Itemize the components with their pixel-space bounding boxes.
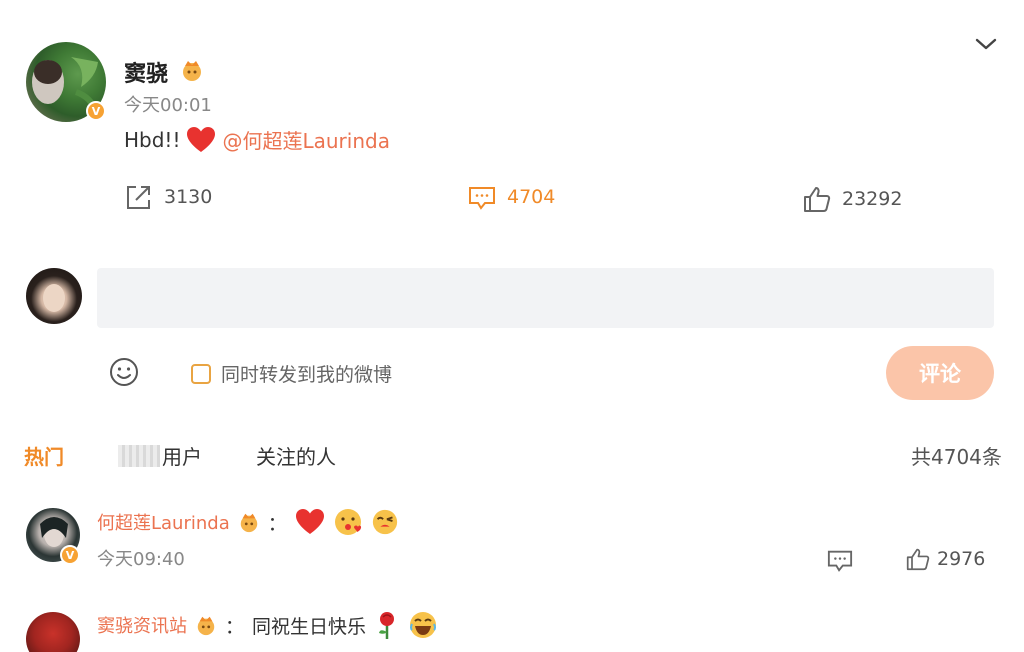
comment-line: 何超莲Laurinda ： (97, 507, 399, 537)
repost-button[interactable]: 3130 (124, 183, 212, 211)
rose-icon (379, 612, 395, 639)
tab-verified-blur (118, 444, 160, 467)
comment-verified-badge: V (60, 545, 80, 565)
like-icon (804, 187, 831, 212)
current-user-avatar (26, 268, 82, 324)
comment-like-button[interactable]: 2976 (905, 547, 985, 571)
crown-badge-icon (240, 513, 257, 533)
like-icon (906, 548, 930, 571)
comment-icon (469, 187, 495, 210)
comment-like-count: 2976 (937, 548, 986, 570)
tab-verified[interactable]: 用户 (118, 441, 202, 470)
comment-icon (827, 550, 853, 572)
comment-separator: ： (267, 512, 287, 535)
wink-kiss-emoji-icon (372, 509, 397, 535)
post-mention[interactable]: @何超莲Laurinda (222, 125, 389, 154)
comment-time: 今天09:40 (97, 549, 185, 570)
post-text: Hbd!! @何超莲Laurinda (124, 125, 390, 154)
repost-count: 3130 (164, 186, 213, 208)
submit-comment-button[interactable]: 评论 (886, 346, 994, 400)
tab-verified-label: 用户 (162, 445, 202, 469)
emoji-button[interactable] (108, 356, 140, 388)
like-button[interactable]: 23292 (802, 185, 902, 213)
comment-text: 同祝生日快乐 (252, 615, 367, 638)
comment-input[interactable] (97, 268, 994, 328)
forward-checkbox[interactable] (191, 363, 211, 384)
post-time: 今天00:01 (124, 95, 212, 116)
tab-following[interactable]: 关注的人 (256, 441, 336, 470)
post-body: Hbd!! (124, 127, 181, 152)
repost-icon (127, 186, 150, 209)
crown-badge-icon (197, 616, 215, 636)
like-count: 23292 (842, 188, 903, 210)
tab-hot[interactable]: 热门 (24, 441, 64, 470)
comment-reply-button[interactable] (826, 547, 854, 578)
forward-label: 同时转发到我的微博 (221, 364, 393, 386)
verified-badge: V (86, 101, 106, 121)
heart-icon (295, 509, 324, 534)
emoji-icon (110, 358, 138, 386)
comment-avatar[interactable] (26, 612, 80, 652)
comment-count: 4704 (507, 186, 556, 208)
comment-separator: ： (225, 615, 245, 638)
comment-line: 窦骁资讯站 ： 同祝生日快乐 (97, 610, 438, 640)
comment-total: 共4704条 (911, 445, 1002, 469)
kiss-emoji-icon (334, 509, 361, 535)
forward-checkbox-row[interactable]: 同时转发到我的微博 (191, 360, 392, 387)
heart-icon (187, 126, 216, 152)
post-menu-chevron[interactable] (974, 34, 998, 54)
crown-badge-icon (180, 58, 204, 82)
comment-author[interactable]: 何超莲Laurinda (97, 509, 230, 535)
comment-author[interactable]: 窦骁资讯站 (97, 612, 187, 638)
author-name[interactable]: 窦骁 (124, 56, 168, 88)
laughing-emoji-icon (410, 612, 437, 638)
chevron-down-icon (975, 38, 997, 50)
comment-button[interactable]: 4704 (467, 183, 555, 211)
